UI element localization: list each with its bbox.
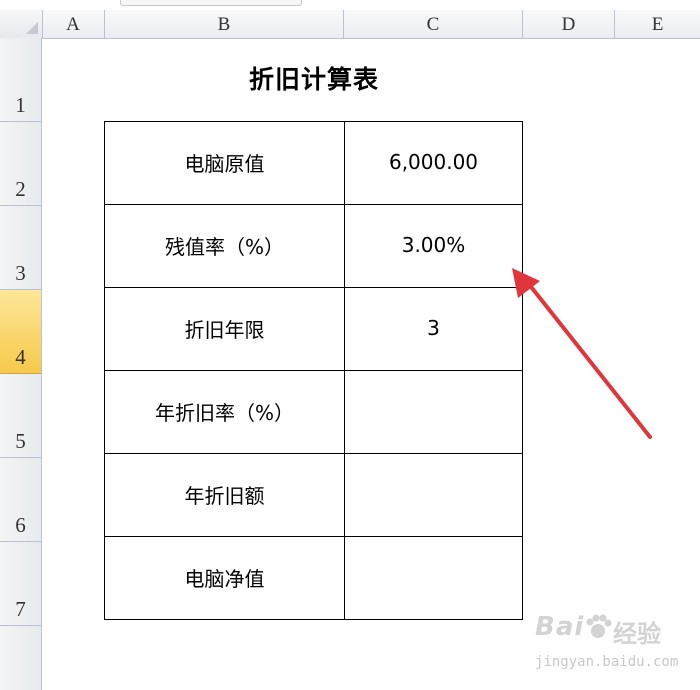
watermark-url: jingyan.baidu.com	[535, 654, 679, 670]
label-cell[interactable]: 残值率（%）	[104, 204, 345, 288]
label-cell[interactable]: 折旧年限	[104, 287, 345, 371]
row-header-5-label: 5	[15, 429, 26, 453]
table-row: 年折旧额	[104, 453, 523, 537]
row-header-2[interactable]: 2	[0, 122, 41, 206]
row-header-3-label: 3	[15, 261, 26, 285]
column-header-row: A B C D E	[0, 10, 700, 39]
value-cell[interactable]: 3	[344, 287, 523, 371]
row-header-7[interactable]: 7	[0, 542, 41, 626]
select-all-button[interactable]	[0, 10, 43, 38]
row-header-6[interactable]: 6	[0, 458, 41, 542]
column-header-c[interactable]: C	[344, 10, 523, 38]
label-cell[interactable]: 年折旧率（%）	[104, 370, 345, 454]
row-header-1-label: 1	[15, 93, 26, 117]
arrow-shaft	[526, 281, 652, 439]
table-row: 残值率（%） 3.00%	[104, 204, 523, 288]
table-row: 电脑原值 6,000.00	[104, 121, 523, 205]
column-header-b[interactable]: B	[105, 10, 344, 38]
label-cell[interactable]: 电脑净值	[104, 536, 345, 620]
row-header-6-label: 6	[15, 513, 26, 537]
row-header-1[interactable]: 1	[0, 38, 41, 122]
table-row: 年折旧率（%）	[104, 370, 523, 454]
column-header-e[interactable]: E	[615, 10, 700, 38]
column-header-a[interactable]: A	[42, 10, 105, 38]
row-header-4[interactable]: 4	[0, 290, 41, 374]
baidu-jingyan-watermark: Bai 经验 jingyan.baidu.com	[535, 608, 695, 678]
top-strip	[0, 0, 700, 10]
row-header-4-label: 4	[15, 345, 26, 369]
depreciation-table: 电脑原值 6,000.00 残值率（%） 3.00% 折旧年限 3 年折旧率（%…	[104, 121, 523, 620]
watermark-brand: Bai	[535, 612, 585, 642]
value-cell[interactable]	[344, 453, 523, 537]
label-cell[interactable]: 电脑原值	[104, 121, 345, 205]
sheet-tab-remnant[interactable]	[120, 0, 302, 6]
watermark-suffix: 经验	[613, 620, 661, 648]
row-header-7-label: 7	[15, 597, 26, 621]
paw-logo-icon	[586, 614, 612, 638]
select-all-triangle-icon	[26, 22, 38, 34]
table-row: 折旧年限 3	[104, 287, 523, 371]
row-header-column: 1 2 3 4 5 6 7	[0, 38, 42, 690]
row-header-5[interactable]: 5	[0, 374, 41, 458]
value-cell[interactable]	[344, 536, 523, 620]
sheet-title[interactable]: 折旧计算表	[104, 60, 524, 96]
value-cell[interactable]: 6,000.00	[344, 121, 523, 205]
label-cell[interactable]: 年折旧额	[104, 453, 345, 537]
row-header-3[interactable]: 3	[0, 206, 41, 290]
table-row: 电脑净值	[104, 536, 523, 620]
column-header-d[interactable]: D	[523, 10, 615, 38]
row-header-2-label: 2	[15, 177, 26, 201]
value-cell[interactable]: 3.00%	[344, 204, 523, 288]
value-cell[interactable]	[344, 370, 523, 454]
